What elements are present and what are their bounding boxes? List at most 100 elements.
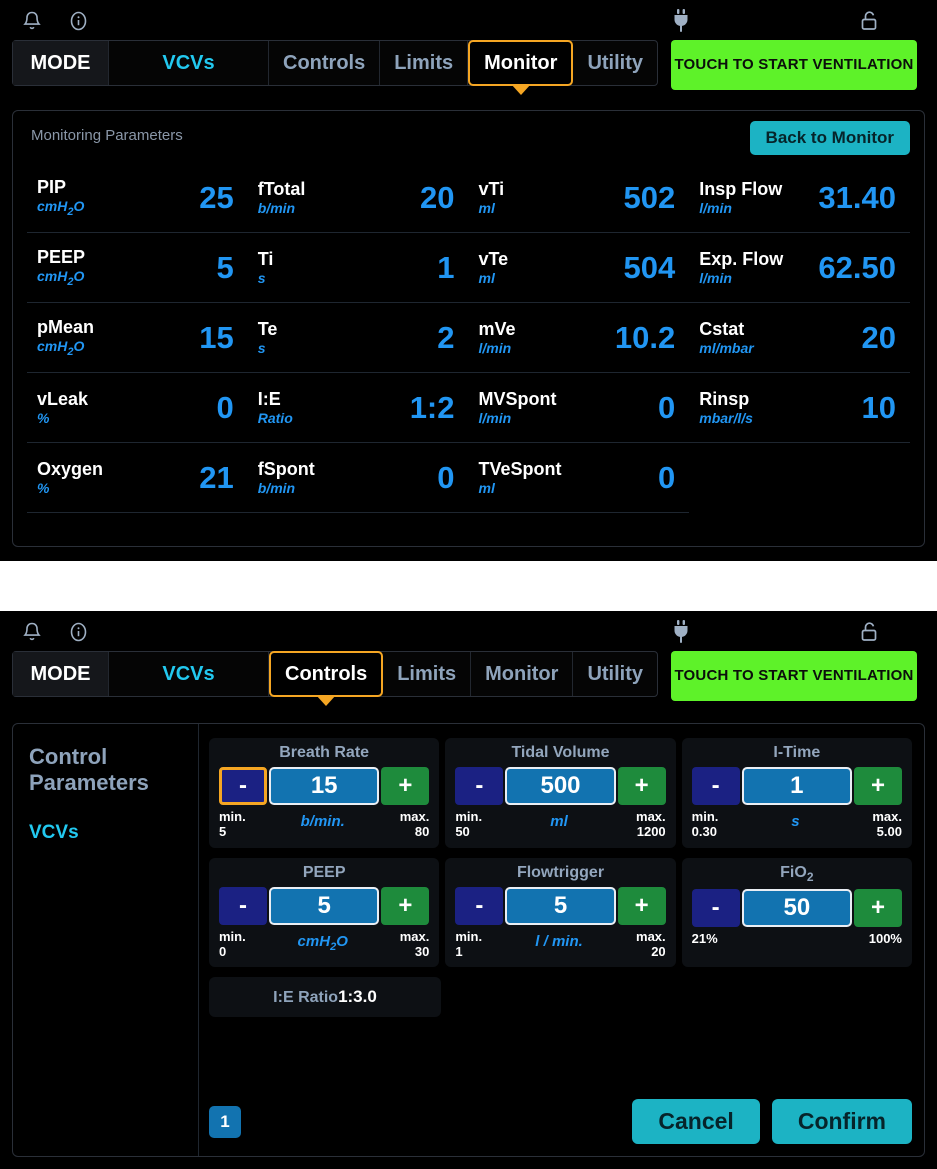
- page-indicator-1[interactable]: 1: [209, 1105, 241, 1138]
- back-to-monitor-button[interactable]: Back to Monitor: [749, 121, 910, 155]
- parameter-unit: mbar/l/s: [699, 410, 753, 426]
- control-unit-label: l / min.: [535, 932, 583, 950]
- increment-button[interactable]: +: [853, 888, 902, 927]
- control-card-title: PEEP: [302, 863, 346, 881]
- control-sidebar-title: Control Parameters: [29, 744, 149, 795]
- control-stepper: -15 +: [219, 767, 430, 805]
- control-value-field[interactable]: 5: [505, 886, 616, 925]
- control-value-field[interactable]: 500: [505, 767, 616, 805]
- decrement-button[interactable]: -: [219, 886, 267, 925]
- parameter-name: MVSpont: [478, 389, 557, 409]
- active-tab-caret-icon: [316, 695, 337, 706]
- control-min-label: 21%: [691, 930, 718, 946]
- decrement-button[interactable]: -: [455, 767, 504, 805]
- parameter-value: 62.50: [818, 250, 896, 285]
- parameter-name: mVe: [478, 319, 516, 339]
- parameter-value: 10: [861, 390, 896, 425]
- parameter-unit: s: [257, 270, 266, 286]
- monitoring-cell: Oxygen% 21: [27, 443, 248, 513]
- tab-mode-value[interactable]: VCVs: [109, 41, 269, 85]
- control-max-label: max. 1200: [636, 809, 666, 840]
- control-range-row: min. 5 b/min. max. 80: [219, 809, 429, 840]
- confirm-button[interactable]: Confirm: [771, 1099, 912, 1144]
- tab-limits[interactable]: Limits: [380, 41, 469, 85]
- bell-icon[interactable]: [22, 621, 42, 643]
- tab-monitor[interactable]: Monitor: [471, 652, 574, 696]
- decrement-button[interactable]: -: [219, 767, 267, 805]
- parameter-value: 504: [623, 250, 676, 285]
- increment-button[interactable]: +: [853, 767, 902, 805]
- decrement-button[interactable]: -: [691, 767, 740, 805]
- control-card: Tidal Volume -500 + min. 50 ml max. 1200: [445, 738, 676, 848]
- control-max-label: 100%: [868, 930, 902, 946]
- parameter-unit: l/min: [478, 340, 512, 356]
- control-sidebar: Control Parameters VCVs: [13, 724, 199, 1156]
- decrement-button[interactable]: -: [691, 888, 740, 927]
- control-card: FiO2-50 +21% 100%: [681, 857, 912, 968]
- control-stepper: -1 +: [691, 767, 902, 805]
- unlocked-padlock-icon[interactable]: [858, 9, 880, 33]
- control-value-field[interactable]: 5: [269, 886, 380, 925]
- tab-utility[interactable]: Utility: [573, 652, 657, 696]
- increment-button[interactable]: +: [381, 886, 430, 925]
- unlocked-padlock-icon[interactable]: [858, 620, 880, 644]
- control-card-title: I-Time: [773, 744, 821, 761]
- control-cards-area: Breath Rate -15 + min. 5 b/min. max. 80 Tidal …: [199, 724, 924, 1156]
- tab-controls[interactable]: Controls: [269, 651, 384, 706]
- cancel-button[interactable]: Cancel: [632, 1099, 760, 1144]
- increment-button[interactable]: +: [617, 767, 666, 805]
- power-plug-icon: [670, 619, 692, 645]
- tab-group-controls: MODE VCVs Controls Limits Monitor Utilit…: [12, 651, 658, 706]
- control-min-label: min. 0.30: [691, 809, 719, 840]
- control-unit-label: cmH2O: [297, 932, 348, 953]
- control-value-field[interactable]: 50: [741, 888, 852, 927]
- monitoring-column-4: Insp Flow l/min 31.40 Exp. Flow l/min 62.50 Cs…: [689, 163, 910, 513]
- parameter-name: Cstat: [699, 319, 745, 339]
- monitoring-cell: PIP cmH2O 25: [27, 163, 248, 233]
- tab-controls[interactable]: Controls: [269, 41, 381, 85]
- control-card-title: Breath Rate: [279, 744, 370, 761]
- control-card: PEEP -5 + min. 0 cmH2O max. 30: [209, 857, 440, 968]
- tab-monitor[interactable]: Monitor: [468, 40, 574, 95]
- monitoring-parameters-panel: Monitoring Parameters Back to Monitor PI…: [12, 110, 925, 547]
- parameter-unit: ml: [478, 480, 495, 496]
- monitoring-cell: vTi ml 502: [468, 163, 690, 233]
- monitoring-cell: TVeSpont ml 0: [468, 443, 690, 513]
- control-parameters-panel: Control Parameters VCVs Breath Rate -15 + m…: [12, 723, 925, 1157]
- monitoring-cell: Exp. Flow l/min 62.50: [689, 233, 910, 303]
- control-min-label: min. 5: [219, 809, 246, 840]
- parameter-unit: s: [257, 340, 266, 356]
- tab-utility[interactable]: Utility: [573, 41, 657, 85]
- tab-limits[interactable]: Limits: [383, 652, 472, 696]
- parameter-unit: ml: [478, 270, 495, 286]
- tab-mode-value[interactable]: VCVs: [109, 652, 269, 696]
- control-range-row: min. 0 cmH2O max. 30: [219, 929, 429, 960]
- info-circle-icon[interactable]: [68, 10, 89, 32]
- tab-controls-label: Controls: [285, 662, 368, 685]
- control-min-label: min. 0: [219, 928, 246, 959]
- parameter-name: vLeak: [37, 389, 89, 409]
- parameter-value: 2: [437, 320, 455, 355]
- bell-icon[interactable]: [22, 10, 42, 32]
- decrement-button[interactable]: -: [455, 886, 504, 925]
- monitoring-cell: I:E Ratio 1:2: [247, 373, 469, 443]
- monitoring-cell-empty: [689, 443, 910, 513]
- monitoring-cell: fTotal b/min 20: [247, 163, 469, 233]
- increment-button[interactable]: +: [381, 767, 430, 805]
- monitoring-column-1: PIP cmH2O 25 PEEP cmH2O 5 pMean cmH2O 15 vLeak% 0 O…: [27, 163, 248, 513]
- control-sidebar-mode[interactable]: VCVs: [29, 822, 198, 844]
- parameter-name: fSpont: [257, 459, 315, 479]
- control-stepper: -50 +: [691, 888, 902, 927]
- control-value-field[interactable]: 1: [741, 767, 852, 805]
- info-circle-icon[interactable]: [68, 621, 89, 643]
- control-card-row-2: PEEP -5 + min. 0 cmH2O max. 30 Flowtrigger -5 + m…: [209, 857, 912, 968]
- parameter-value: 15: [199, 320, 234, 355]
- start-ventilation-button[interactable]: TOUCH TO START VENTILATION: [671, 40, 917, 90]
- monitoring-cell: vLeak% 0: [27, 373, 248, 443]
- control-unit-label: [718, 931, 869, 935]
- parameter-value: 5: [216, 250, 234, 285]
- control-unit-label: b/min.: [300, 813, 345, 830]
- increment-button[interactable]: +: [617, 886, 666, 925]
- start-ventilation-button[interactable]: TOUCH TO START VENTILATION: [671, 651, 917, 701]
- control-value-field[interactable]: 15: [269, 767, 380, 805]
